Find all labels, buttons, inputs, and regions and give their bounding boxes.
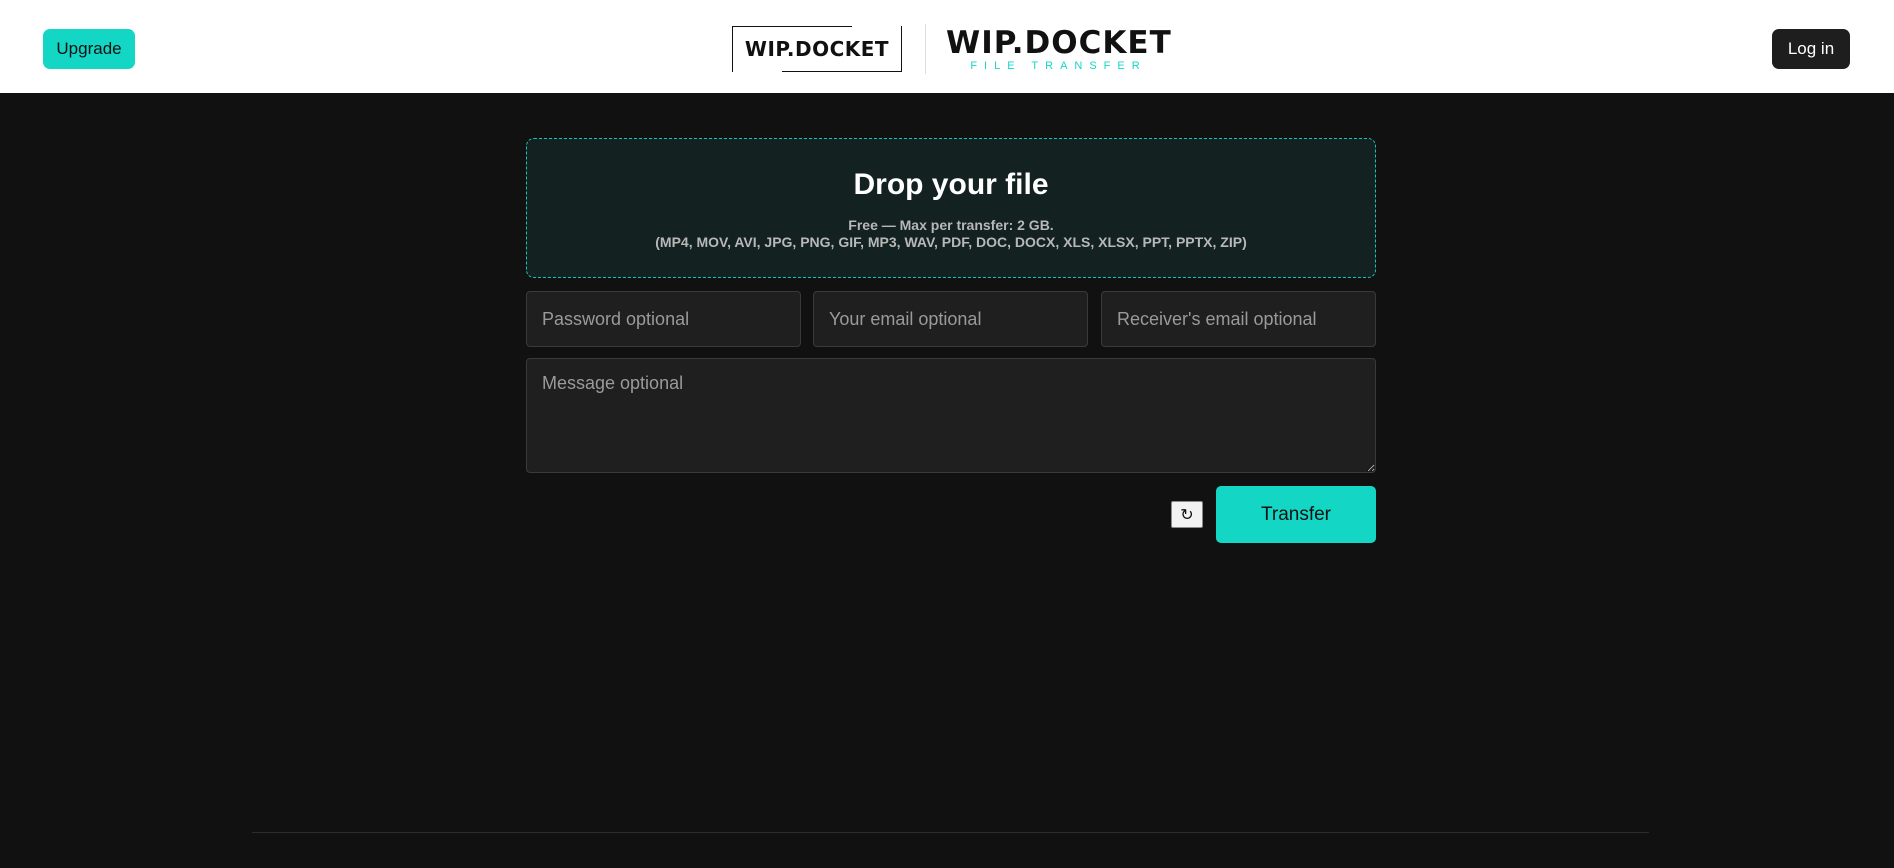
top-header: Upgrade WIP.DOCKET WIP.DOCKET FILE TRANS…	[0, 0, 1894, 93]
logo-badge-border	[732, 26, 733, 72]
message-field[interactable]	[526, 358, 1376, 473]
transfer-button[interactable]: Transfer	[1216, 486, 1376, 543]
file-drop-zone[interactable]: Drop your file Free — Max per transfer: …	[526, 138, 1376, 278]
brand-logo-title: WIP.DOCKET	[946, 25, 1172, 61]
refresh-button[interactable]: ↻	[1171, 501, 1203, 528]
logo-badge[interactable]: WIP.DOCKET	[732, 26, 902, 72]
logo-badge-text: WIP.DOCKET	[744, 37, 890, 61]
logo-divider	[925, 24, 926, 74]
upgrade-button[interactable]: Upgrade	[43, 29, 135, 69]
brand-logo[interactable]: WIP.DOCKET FILE TRANSFER	[946, 26, 1171, 72]
sender-email-field[interactable]	[813, 291, 1088, 347]
footer-divider	[252, 832, 1649, 833]
logo-badge-border	[782, 71, 902, 72]
logo-badge-border	[901, 26, 902, 72]
drop-zone-formats: (MP4, MOV, AVI, JPG, PNG, GIF, MP3, WAV,…	[655, 234, 1247, 250]
drop-zone-limit: Free — Max per transfer: 2 GB.	[848, 217, 1054, 233]
refresh-icon: ↻	[1180, 505, 1194, 524]
logo-badge-border	[732, 26, 852, 27]
login-button[interactable]: Log in	[1772, 29, 1850, 69]
brand-logo-subtitle: FILE TRANSFER	[970, 60, 1147, 72]
receiver-email-field[interactable]	[1101, 291, 1376, 347]
password-field[interactable]	[526, 291, 801, 347]
drop-zone-title: Drop your file	[853, 168, 1049, 201]
